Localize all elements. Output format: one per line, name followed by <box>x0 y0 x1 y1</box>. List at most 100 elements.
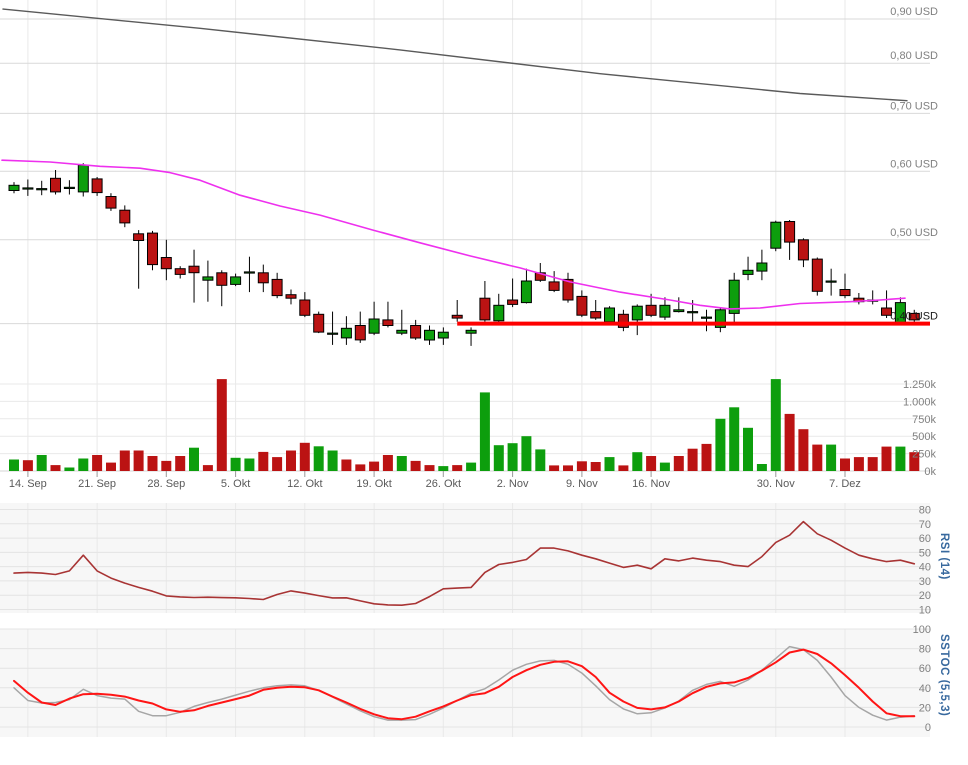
candle-body <box>147 232 158 266</box>
axis-label: 9. Nov <box>566 478 598 490</box>
volume-bar <box>92 455 103 471</box>
axis-label: 0k <box>924 466 936 478</box>
candle-body <box>811 258 823 292</box>
overlay-lines <box>1 8 930 326</box>
candle-body <box>770 221 782 249</box>
candle-body <box>105 196 117 209</box>
candle-body <box>687 311 699 314</box>
axis-label: 14. Sep <box>9 478 47 490</box>
candle-body <box>701 316 712 319</box>
candle-body <box>340 327 352 339</box>
candle-body <box>230 276 242 285</box>
volume-bar <box>881 446 892 471</box>
candle-body <box>673 309 685 313</box>
volume-bar <box>106 462 116 471</box>
price-axis-labels: 0,90 USD 0,80 USD 0,70 USD 0,60 USD 0,50 USD… <box>890 6 938 323</box>
horizontal-gridlines <box>0 18 930 728</box>
axis-label: 1.250k <box>903 379 937 391</box>
candle-body <box>742 269 754 275</box>
axis-label: 0,50 USD <box>890 227 938 239</box>
candle-body <box>507 299 519 305</box>
volume-bar <box>729 407 740 471</box>
volume-bar <box>175 456 186 471</box>
volume-bar <box>230 457 241 471</box>
candle-body <box>839 289 851 297</box>
volume-bar <box>119 450 130 471</box>
volume-bar <box>424 465 435 471</box>
stoch-pane-title: SSTOC (5,5,3) <box>938 634 950 717</box>
axis-label: 16. Nov <box>632 478 670 490</box>
volume-bar <box>161 460 172 471</box>
volume-bar <box>840 458 850 471</box>
volume-bar <box>756 464 767 471</box>
axis-label: 0,90 USD <box>890 6 938 18</box>
volume-bar <box>549 465 560 471</box>
volume-bar <box>369 461 380 471</box>
axis-label: 0,70 USD <box>890 100 938 112</box>
candle-body <box>313 313 325 333</box>
volume-bar <box>895 446 906 471</box>
axis-label: 30 <box>919 576 931 588</box>
volume-bar <box>646 456 657 471</box>
axis-label: 60 <box>919 533 931 545</box>
candle-body <box>327 332 339 335</box>
volume-bar <box>701 443 712 471</box>
rsi-pane-title: RSI (14) <box>938 533 950 580</box>
volume-bar <box>632 452 643 471</box>
candle-body <box>410 325 422 339</box>
volume-bar <box>313 446 324 471</box>
volume-bar <box>618 465 629 471</box>
candle-body <box>285 294 297 299</box>
candle-body <box>797 239 809 261</box>
candle-body <box>520 280 532 304</box>
candle-body <box>756 262 768 272</box>
axis-label: 50 <box>919 547 931 559</box>
volume-bar <box>659 462 670 471</box>
volume-bar <box>78 458 89 471</box>
date-axis: 14. Sep 21. Sep 28. Sep 5. Okt 12. Okt 19. Ok… <box>9 471 861 490</box>
volume-bar <box>784 413 795 471</box>
candle-body <box>299 299 311 316</box>
volume-bar <box>493 445 504 471</box>
candle-body <box>631 305 643 321</box>
candle-body <box>590 311 602 319</box>
volume-bar <box>410 460 421 471</box>
volume-bar <box>452 465 463 471</box>
axis-label: 250k <box>912 449 936 461</box>
volume-bar <box>327 450 338 471</box>
volume-bar <box>687 448 698 471</box>
axis-label: 500k <box>912 431 936 443</box>
volume-bar <box>743 427 753 471</box>
candle-body <box>437 331 449 339</box>
axis-label: 30. Nov <box>757 478 795 490</box>
axis-label: 100 <box>913 624 931 636</box>
candle-body <box>465 329 477 334</box>
volume-bar <box>590 462 601 471</box>
volume-bar <box>673 456 684 471</box>
volume-bar <box>258 451 269 471</box>
candle-body <box>604 307 615 323</box>
candle-body <box>22 187 34 190</box>
axis-label: 40 <box>919 683 931 695</box>
axis-label: 70 <box>919 519 931 531</box>
axis-label: 40 <box>919 562 931 574</box>
axis-label: 21. Sep <box>78 478 116 490</box>
volume-bar <box>147 456 158 471</box>
volume-bar <box>770 379 781 471</box>
candle-body <box>424 329 435 341</box>
axis-label: 12. Okt <box>287 478 322 490</box>
volume-bar <box>867 457 878 471</box>
axis-label: 60 <box>919 663 931 675</box>
volume-bar <box>507 443 518 471</box>
volume-series <box>9 379 920 471</box>
volume-bar <box>64 467 75 471</box>
volume-bar <box>189 447 199 471</box>
axis-label: 2. Nov <box>497 478 529 490</box>
volume-bar <box>521 436 532 471</box>
candle-body <box>243 271 255 274</box>
chart-root: 0,90 USD 0,80 USD 0,70 USD 0,60 USD 0,50 USD… <box>0 0 968 765</box>
candle-body <box>396 329 408 334</box>
candle-body <box>91 178 103 194</box>
candle-body <box>784 221 796 243</box>
volume-bar <box>853 457 864 471</box>
